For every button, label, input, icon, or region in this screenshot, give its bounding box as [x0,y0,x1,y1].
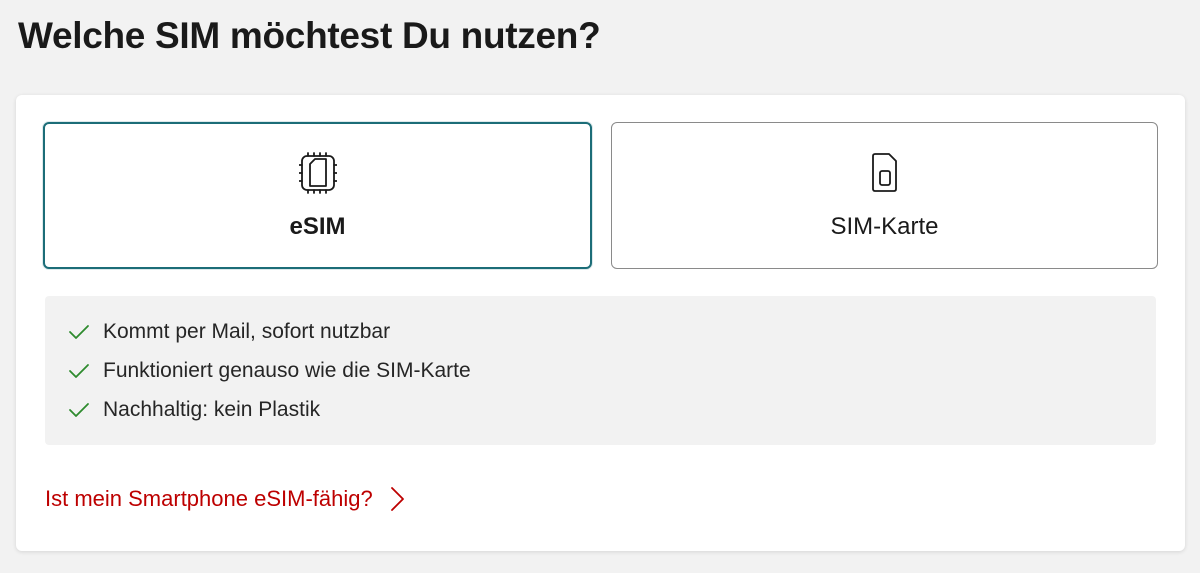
benefit-text: Funktioniert genauso wie die SIM-Karte [103,359,471,382]
esim-option-label: eSIM [289,213,346,240]
page-title: Welche SIM möchtest Du nutzen? [18,15,601,56]
list-item: Nachhaltig: kein Plastik [67,395,320,425]
list-item: Kommt per Mail, sofort nutzbar [67,317,390,347]
esim-compatibility-link-label: Ist mein Smartphone eSIM-fähig? [45,486,373,511]
esim-chip-icon [298,151,338,195]
esim-option[interactable]: eSIM [43,122,592,269]
esim-compatibility-link[interactable]: Ist mein Smartphone eSIM-fähig? [45,482,409,516]
sim-card-icon [865,150,905,194]
chevron-right-icon [389,484,409,514]
list-item: Funktioniert genauso wie die SIM-Karte [67,356,471,386]
esim-benefits-list: Kommt per Mail, sofort nutzbar Funktioni… [45,296,1156,445]
sim-selection-card: eSIM SIM-Karte Kommt per Mail, sofort nu… [16,95,1185,551]
sim-card-option[interactable]: SIM-Karte [611,122,1158,269]
check-icon [67,398,91,422]
benefit-text: Nachhaltig: kein Plastik [103,398,321,421]
sim-card-option-label: SIM-Karte [830,213,939,240]
check-icon [67,359,91,383]
check-icon [67,320,91,344]
benefit-text: Kommt per Mail, sofort nutzbar [103,320,391,343]
